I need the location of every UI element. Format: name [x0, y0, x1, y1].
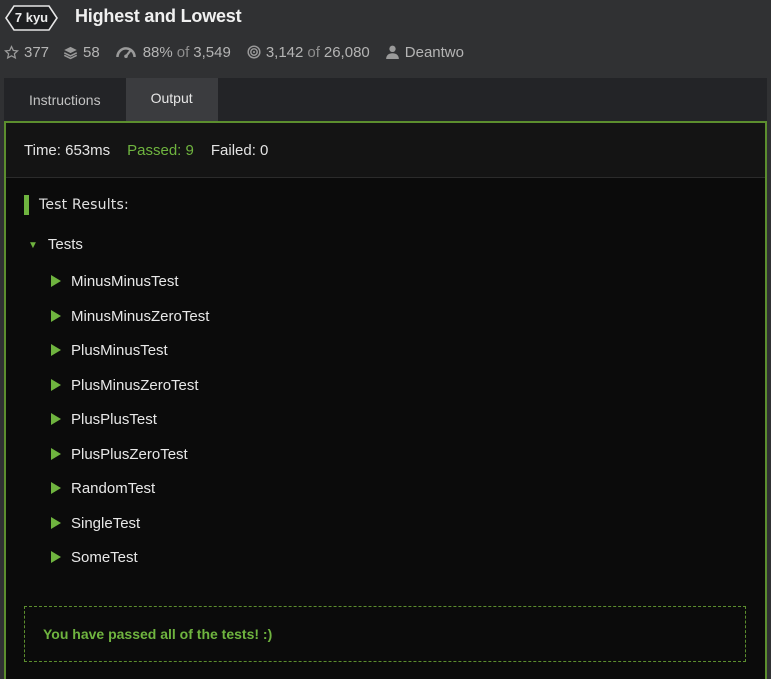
test-item[interactable]: SingleTest	[51, 513, 140, 533]
play-arrow-icon	[51, 310, 61, 322]
play-arrow-icon	[51, 448, 61, 460]
test-item[interactable]: PlusMinusZeroTest	[51, 375, 199, 395]
test-summary: Time: 653ms Passed: 9 Failed: 0	[6, 123, 765, 178]
test-label: RandomTest	[71, 479, 156, 497]
kata-stats: 377 58 88% of 3,549 3,142 of 26,080 Dean…	[4, 42, 480, 62]
play-arrow-icon	[51, 344, 61, 356]
gauge-icon	[115, 45, 136, 59]
test-item[interactable]: MinusMinusZeroTest	[51, 306, 209, 326]
target-icon	[247, 45, 261, 59]
time-stat: Time: 653ms	[24, 141, 111, 159]
pass-message-text: You have passed all of the tests! :)	[43, 626, 273, 642]
stars-stat[interactable]: 377	[4, 44, 49, 61]
test-item[interactable]: PlusMinusTest	[51, 340, 168, 360]
all-passed-message: You have passed all of the tests! :)	[24, 606, 746, 662]
completed-stat: 3,142 of 26,080	[247, 44, 370, 61]
tests-group-label: Tests	[47, 236, 83, 253]
test-label: PlusPlusZeroTest	[71, 445, 188, 463]
completed-count: 3,142	[265, 43, 304, 61]
author-link[interactable]: Deantwo	[385, 43, 464, 61]
rank-label: 7 kyu	[14, 10, 49, 25]
tests-group[interactable]: ▼ Tests	[28, 236, 83, 253]
passed-stat: Passed: 9	[127, 141, 194, 159]
failed-stat: Failed: 0	[210, 141, 269, 159]
test-label: PlusMinusTest	[71, 341, 168, 359]
rank-badge: 7 kyu	[5, 5, 58, 31]
test-label: MinusMinusZeroTest	[71, 307, 210, 325]
tab-instructions[interactable]: Instructions	[4, 78, 126, 121]
completed-of: of	[307, 43, 320, 61]
collections-count: 58	[83, 43, 100, 61]
tab-output[interactable]: Output	[125, 78, 218, 121]
stars-count: 377	[24, 43, 50, 61]
test-results-heading: Test Results:	[24, 195, 129, 215]
play-arrow-icon	[51, 275, 61, 287]
satisfaction-stat: 88% of 3,549	[115, 43, 231, 61]
satisfaction-percent: 88%	[142, 43, 173, 61]
play-arrow-icon	[51, 413, 61, 425]
test-item[interactable]: PlusPlusZeroTest	[51, 444, 188, 464]
star-icon	[4, 44, 19, 60]
test-label: SingleTest	[71, 514, 141, 532]
layers-icon	[63, 45, 78, 60]
collections-stat[interactable]: 58	[63, 44, 100, 61]
play-arrow-icon	[51, 482, 61, 494]
play-arrow-icon	[51, 379, 61, 391]
satisfaction-total: 3,549	[193, 43, 231, 61]
test-label: MinusMinusTest	[71, 272, 179, 290]
heading-bar	[24, 195, 29, 215]
heading-label: Test Results:	[39, 197, 129, 213]
play-arrow-icon	[51, 551, 61, 563]
test-item[interactable]: MinusMinusTest	[51, 271, 179, 291]
test-label: PlusMinusZeroTest	[71, 376, 199, 394]
kata-title[interactable]: Highest and Lowest	[75, 6, 242, 27]
attempts-count: 26,080	[323, 43, 370, 61]
test-item[interactable]: RandomTest	[51, 478, 155, 498]
caret-down-icon: ▼	[28, 240, 38, 251]
author-name: Deantwo	[404, 43, 464, 61]
tab-bar: Instructions Output	[4, 78, 767, 121]
satisfaction-of: of	[176, 43, 190, 61]
output-panel: Time: 653ms Passed: 9 Failed: 0 Test Res…	[4, 121, 767, 679]
play-arrow-icon	[51, 517, 61, 529]
test-label: SomeTest	[71, 548, 138, 566]
kata-header: 7 kyu Highest and Lowest 377 58 88% of 3…	[0, 0, 771, 78]
test-item[interactable]: SomeTest	[51, 547, 138, 567]
test-item[interactable]: PlusPlusTest	[51, 409, 157, 429]
user-icon	[385, 45, 399, 59]
test-label: PlusPlusTest	[71, 410, 157, 428]
